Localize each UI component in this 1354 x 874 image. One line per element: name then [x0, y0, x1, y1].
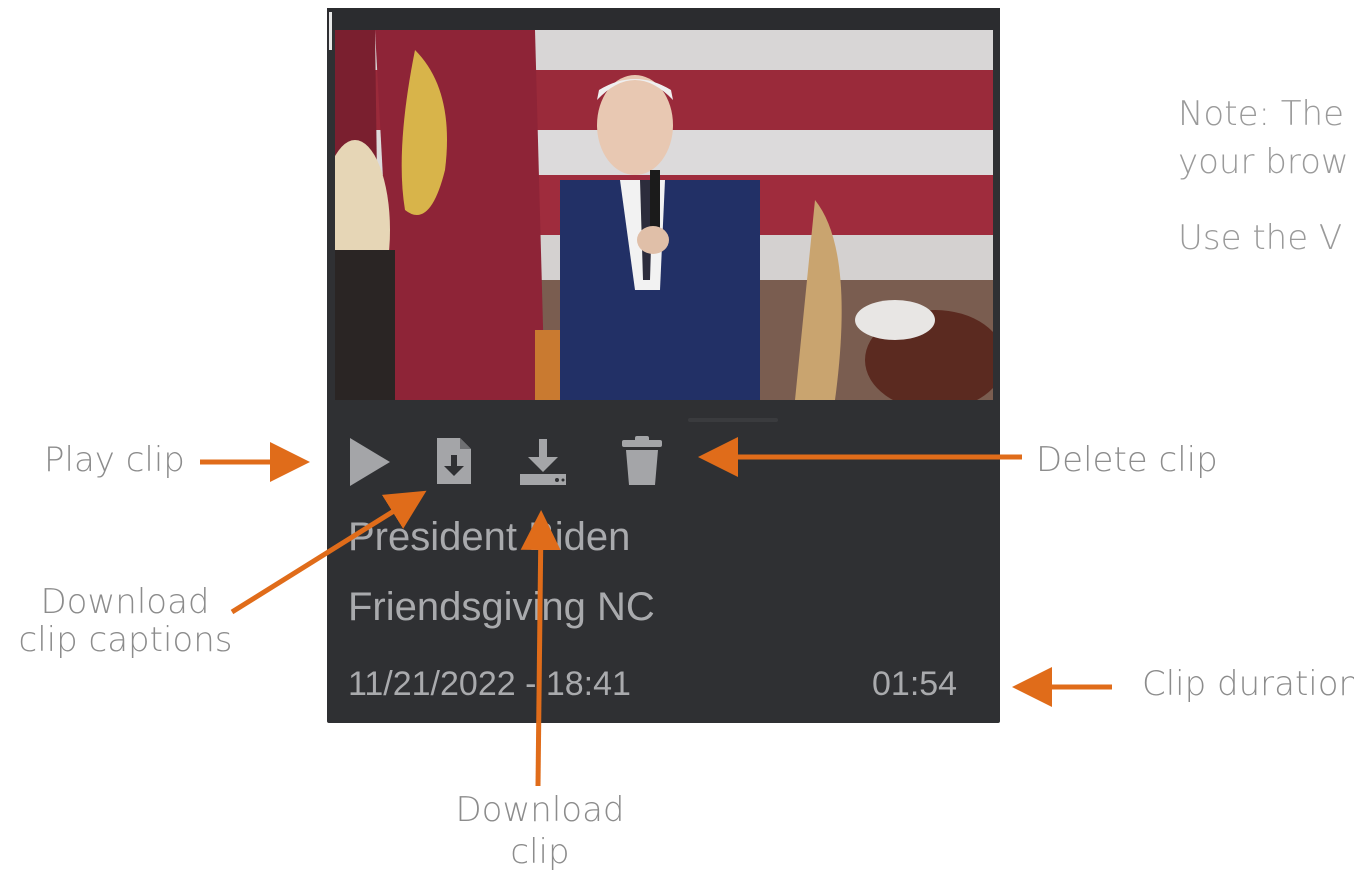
annotation-download-clip-line1: Download: [455, 790, 625, 830]
playback-progress[interactable]: [688, 418, 778, 422]
annotation-play-clip: Play clip: [44, 440, 185, 480]
clip-title-line2: Friendsgiving NC: [348, 585, 655, 629]
annotation-download-captions-line1: Download: [40, 582, 210, 622]
annotation-clip-duration: Clip duration: [1142, 664, 1354, 704]
trash-icon[interactable]: [620, 435, 664, 487]
clip-date: 11/21/2022 - 18:41: [348, 665, 631, 703]
note-line3: Use the V: [1178, 218, 1343, 258]
card-edge-mark: [329, 12, 332, 50]
annotation-download-captions-line2: clip captions: [18, 620, 233, 660]
note-line2: your brow: [1178, 142, 1349, 182]
file-download-icon[interactable]: [434, 435, 474, 487]
card-header-bar: [327, 8, 1000, 50]
clip-thumbnail[interactable]: [335, 30, 993, 400]
note-line1: Note: The: [1178, 94, 1344, 134]
download-icon[interactable]: [518, 437, 568, 487]
play-icon[interactable]: [348, 436, 392, 488]
clip-title-line1: President Biden: [348, 515, 631, 559]
annotation-download-clip-line2: clip: [510, 832, 570, 872]
clip-duration: 01:54: [872, 665, 958, 703]
annotation-delete-clip: Delete clip: [1036, 440, 1218, 480]
